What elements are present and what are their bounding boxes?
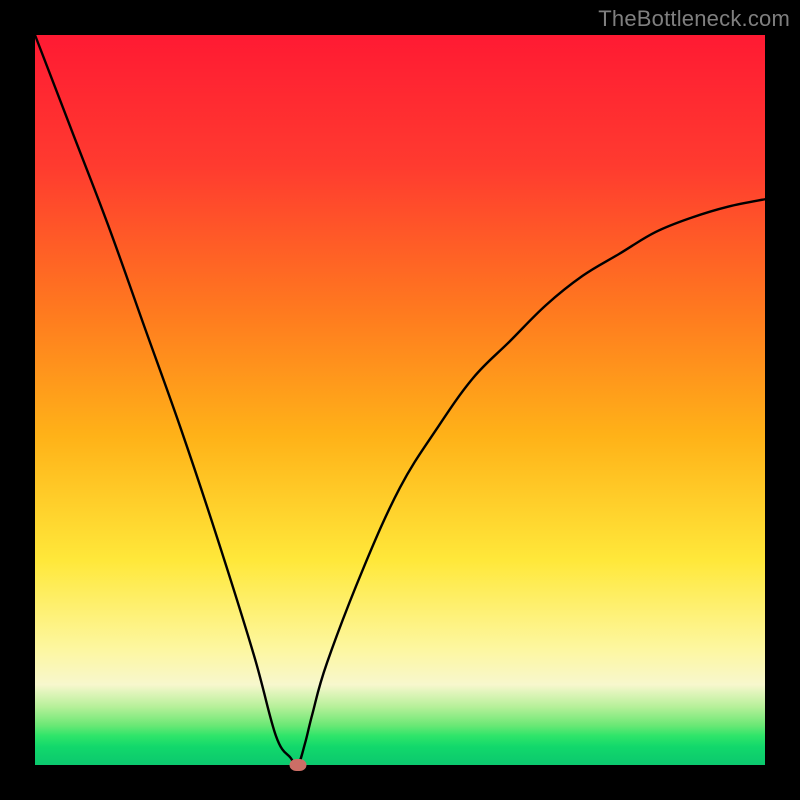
minimum-marker	[289, 759, 306, 771]
chart-curve-layer	[35, 35, 765, 765]
plot-area	[35, 35, 765, 765]
watermark-text: TheBottleneck.com	[598, 6, 790, 32]
chart-stage: TheBottleneck.com	[0, 0, 800, 800]
curve-path	[35, 35, 765, 766]
